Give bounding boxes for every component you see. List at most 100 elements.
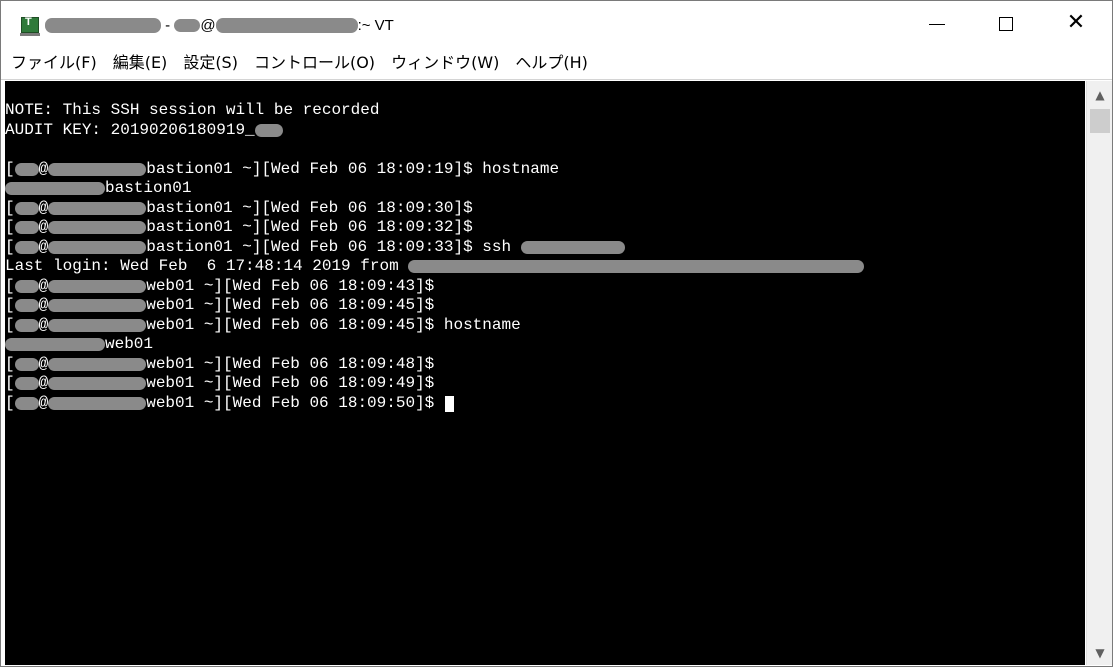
- close-icon: ✕: [1066, 10, 1086, 35]
- prompt-bracket: [: [5, 316, 15, 334]
- terminal-line: [@ web01 ~][Wed Feb 06 18:09:43]$: [5, 277, 434, 296]
- menu-bar: ファイル(F) 編集(E) 設定(S) コントロール(O) ウィンドウ(W) ヘ…: [1, 47, 1112, 80]
- prompt-at: @: [38, 218, 49, 236]
- prompt-bracket: [: [5, 160, 15, 178]
- redacted-user: [14, 377, 39, 391]
- title-bar[interactable]: - @ :~ VT ✕: [1, 1, 1112, 47]
- prompt-at: @: [38, 160, 49, 178]
- prompt-text: bastion01 ~][Wed Feb 06 18:09:30]$: [146, 199, 473, 217]
- redacted-user: [174, 19, 201, 32]
- terminal-line: NOTE: This SSH session will be recorded: [5, 101, 379, 120]
- prompt-at: @: [38, 355, 49, 373]
- title-suffix: :~ VT: [357, 17, 394, 34]
- menu-window[interactable]: ウィンドウ(W): [383, 47, 507, 79]
- redacted-ssh-target: [520, 241, 625, 255]
- prompt-bracket: [: [5, 394, 15, 412]
- terminal-line: [@ bastion01 ~][Wed Feb 06 18:09:33]$ ssh: [5, 238, 625, 257]
- prompt-at: @: [38, 277, 49, 295]
- terminal-line: [ @ web01 ~][Wed Feb 06 18:09:49]$: [5, 374, 434, 393]
- redacted-user: [14, 221, 39, 235]
- chevron-down-icon: ▼: [1095, 646, 1105, 660]
- terminal-line: bastion01: [5, 179, 191, 198]
- audit-key-text: AUDIT KEY: 20190206180919_: [5, 121, 255, 139]
- scroll-down-button[interactable]: ▼: [1087, 641, 1112, 665]
- menu-setup[interactable]: 設定(S): [175, 47, 246, 79]
- prompt-bracket: [: [5, 218, 15, 236]
- prompt-bracket: [: [5, 355, 15, 373]
- terminal-line: Last login: Wed Feb 6 17:48:14 2019 from: [5, 257, 865, 276]
- maximize-icon: [999, 17, 1013, 31]
- terminal-screen[interactable]: NOTE: This SSH session will be recorded …: [5, 81, 1085, 665]
- menu-help[interactable]: ヘルプ(H): [507, 47, 596, 79]
- prompt-text: web01 ~][Wed Feb 06 18:09:48]$: [146, 355, 435, 373]
- redacted-audit-suffix: [254, 124, 283, 138]
- prompt-text: bastion01 ~][Wed Feb 06 18:09:32]$: [146, 218, 473, 236]
- chevron-up-icon: ▲: [1095, 88, 1105, 102]
- prompt-text: web01 ~][Wed Feb 06 18:09:43]$: [146, 277, 435, 295]
- terminal-line: [ @ bastion01 ~][Wed Feb 06 18:09:30]$: [5, 199, 473, 218]
- redacted-host-prefix: [48, 280, 147, 294]
- redacted-host: [215, 18, 358, 33]
- terminal-line: web01: [5, 335, 153, 354]
- output-text: web01: [105, 335, 154, 353]
- prompt-text: bastion01 ~][Wed Feb 06 18:09:33]$ ssh: [146, 238, 521, 256]
- redacted-user: [14, 358, 39, 372]
- close-button[interactable]: ✕: [1053, 1, 1099, 47]
- redacted-source-address: [408, 260, 865, 274]
- prompt-bracket: [: [5, 374, 15, 392]
- redacted-title-segment: [45, 18, 161, 33]
- maximize-button[interactable]: [983, 1, 1029, 47]
- terminal-line: [ @ bastion01 ~][Wed Feb 06 18:09:32]$: [5, 218, 473, 237]
- prompt-text: web01 ~][Wed Feb 06 18:09:49]$: [146, 374, 435, 392]
- redacted-user: [14, 397, 39, 411]
- prompt-at: @: [38, 296, 49, 314]
- scroll-up-button[interactable]: ▲: [1087, 83, 1112, 107]
- redacted-user: [14, 163, 39, 177]
- title-at: @: [200, 17, 216, 34]
- output-text: bastion01: [105, 179, 192, 197]
- redacted-user: [14, 202, 39, 216]
- redacted-user: [14, 299, 39, 313]
- teraterm-app-icon[interactable]: [20, 16, 40, 36]
- vertical-scrollbar[interactable]: ▲ ▼: [1086, 81, 1112, 665]
- redacted-host-prefix: [48, 163, 147, 177]
- last-login-text: Last login: Wed Feb 6 17:48:14 2019 from: [5, 257, 409, 275]
- menu-file[interactable]: ファイル(F): [1, 47, 105, 79]
- prompt-at: @: [38, 199, 49, 217]
- scroll-thumb[interactable]: [1090, 109, 1110, 133]
- prompt-at: @: [38, 374, 49, 392]
- prompt-text: web01 ~][Wed Feb 06 18:09:45]$: [146, 296, 435, 314]
- redacted-host-prefix: [48, 299, 147, 313]
- menu-edit[interactable]: 編集(E): [105, 47, 176, 79]
- prompt-at: @: [38, 316, 49, 334]
- terminal-line: AUDIT KEY: 20190206180919_: [5, 121, 283, 140]
- prompt-at: @: [38, 394, 49, 412]
- prompt-text: web01 ~][Wed Feb 06 18:09:45]$ hostname: [146, 316, 521, 334]
- redacted-user: [14, 319, 39, 333]
- note-text: NOTE: This SSH session will be recorded: [5, 101, 380, 119]
- prompt-bracket: [: [5, 199, 15, 217]
- redacted-host-prefix: [48, 358, 147, 372]
- terminal-line: [ @ web01 ~][Wed Feb 06 18:09:45]$ hostnam…: [5, 316, 521, 335]
- minimize-button[interactable]: [914, 1, 960, 47]
- terminal-line: [ @ web01 ~][Wed Feb 06 18:09:48]$: [5, 355, 434, 374]
- prompt-at: @: [38, 238, 49, 256]
- redacted-host-prefix: [48, 241, 147, 255]
- redacted-host-prefix: [5, 338, 105, 352]
- prompt-text: web01 ~][Wed Feb 06 18:09:50]$: [146, 394, 444, 412]
- window-title: - @ :~ VT: [45, 17, 394, 34]
- menu-control[interactable]: コントロール(O): [246, 47, 383, 79]
- redacted-host-prefix: [48, 377, 147, 391]
- prompt-text: bastion01 ~][Wed Feb 06 18:09:19]$ hostn…: [146, 160, 560, 178]
- redacted-host-prefix: [48, 202, 147, 216]
- terminal-line: [ @ bastion01 ~][Wed Feb 06 18:09:19]$ hos…: [5, 160, 559, 179]
- terminal-window: - @ :~ VT ✕ ファイル(F) 編集(E) 設定(S) コントロール(O…: [0, 0, 1113, 667]
- terminal-line: [ @ web01 ~][Wed Feb 06 18:09:50]$: [5, 394, 454, 413]
- redacted-user: [14, 280, 39, 294]
- redacted-host-prefix: [48, 221, 147, 235]
- prompt-bracket: [: [5, 296, 15, 314]
- terminal-line: [ @ web01 ~][Wed Feb 06 18:09:45]$: [5, 296, 434, 315]
- minimize-icon: [929, 23, 945, 25]
- redacted-host-prefix: [48, 397, 147, 411]
- title-separator: -: [161, 17, 175, 34]
